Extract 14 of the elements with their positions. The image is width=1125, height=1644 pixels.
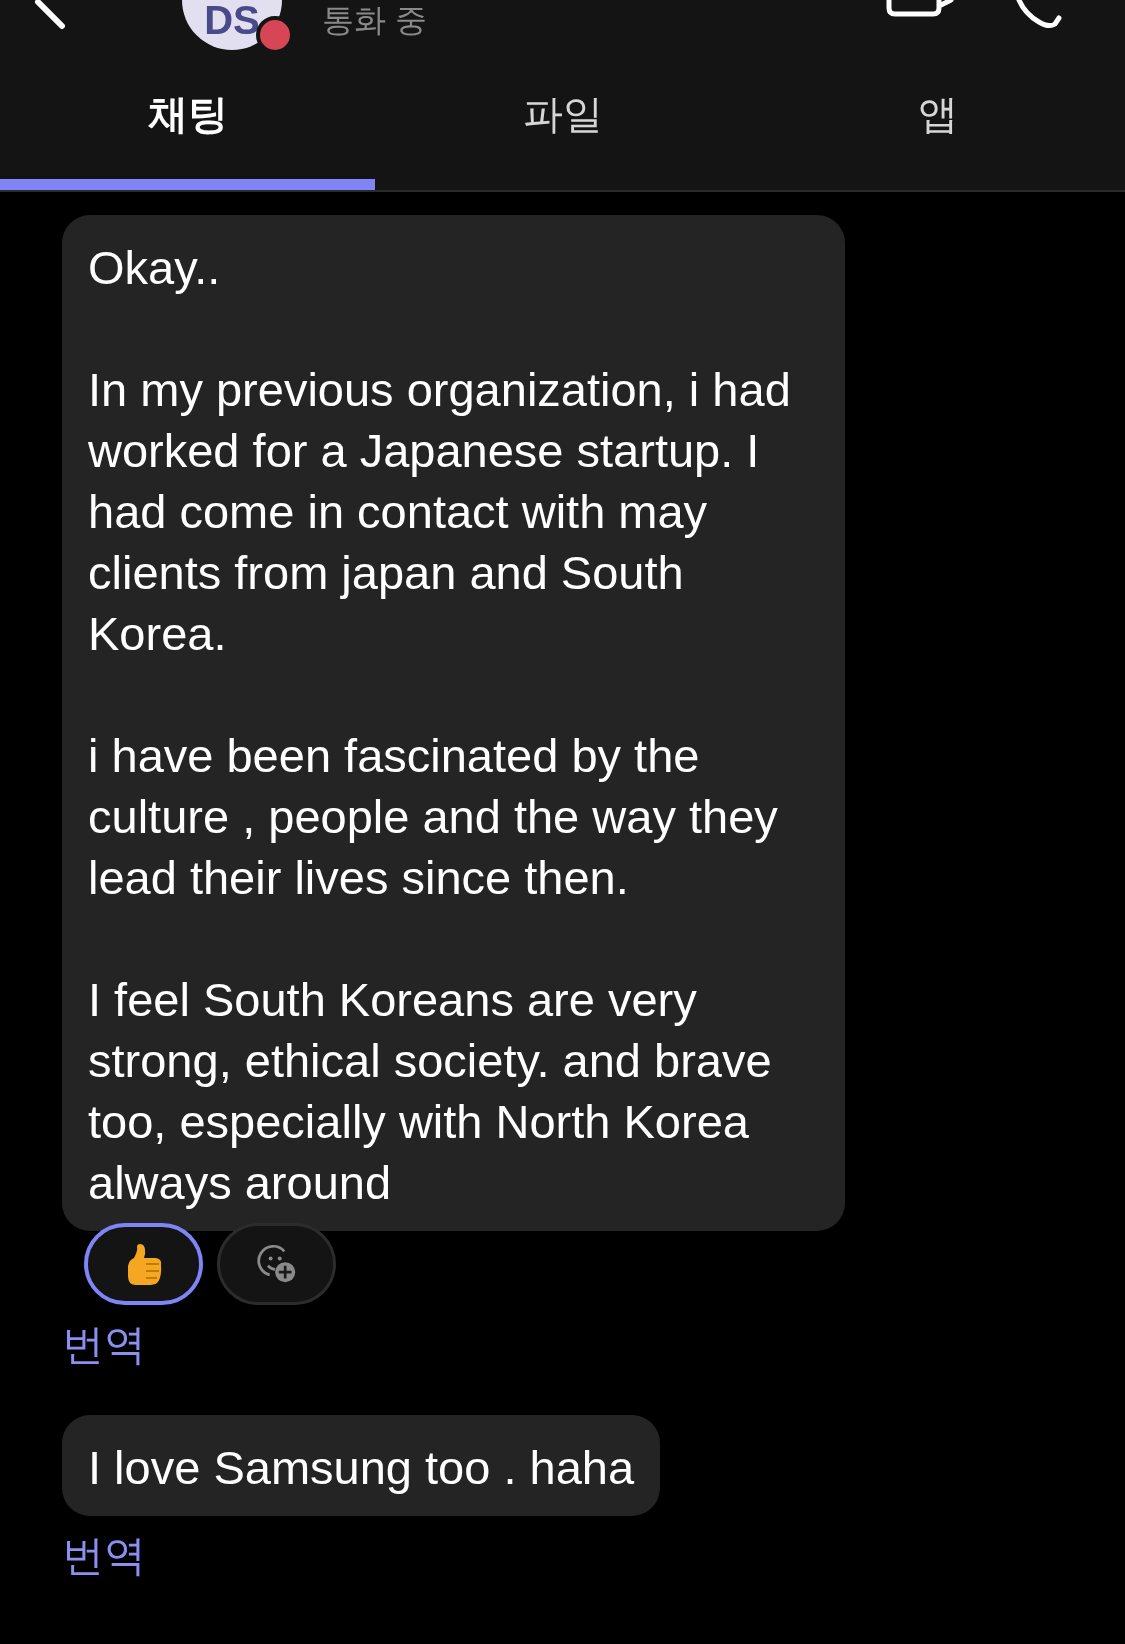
tab[interactable]: 앱 — [750, 60, 1125, 190]
translate-link[interactable]: 번역 — [62, 1317, 146, 1373]
tab[interactable]: 채팅 — [0, 60, 375, 190]
message-text: I love Samsung too . haha — [88, 1440, 635, 1496]
video-call-icon[interactable] — [885, 0, 955, 20]
message-text: i have been fascinated by the culture , people and the way they lead their lives since then. — [88, 728, 779, 906]
message-text: Okay.. — [88, 240, 222, 296]
message-text: In my previous organization, i had worked for a Japanese startup. I had come in contact with may clients from japan and South Korea. — [88, 362, 792, 662]
phone-icon[interactable] — [1015, 0, 1065, 30]
status-text: 통화 중 — [322, 2, 427, 38]
tab[interactable]: 파일 — [375, 60, 750, 190]
message-text: I feel South Koreans are very strong, ethical society. and brave too, especially with North Korea always around — [88, 972, 773, 1211]
translate-link[interactable]: 번역 — [62, 1528, 146, 1584]
avatar-initials: DS — [204, 0, 260, 40]
